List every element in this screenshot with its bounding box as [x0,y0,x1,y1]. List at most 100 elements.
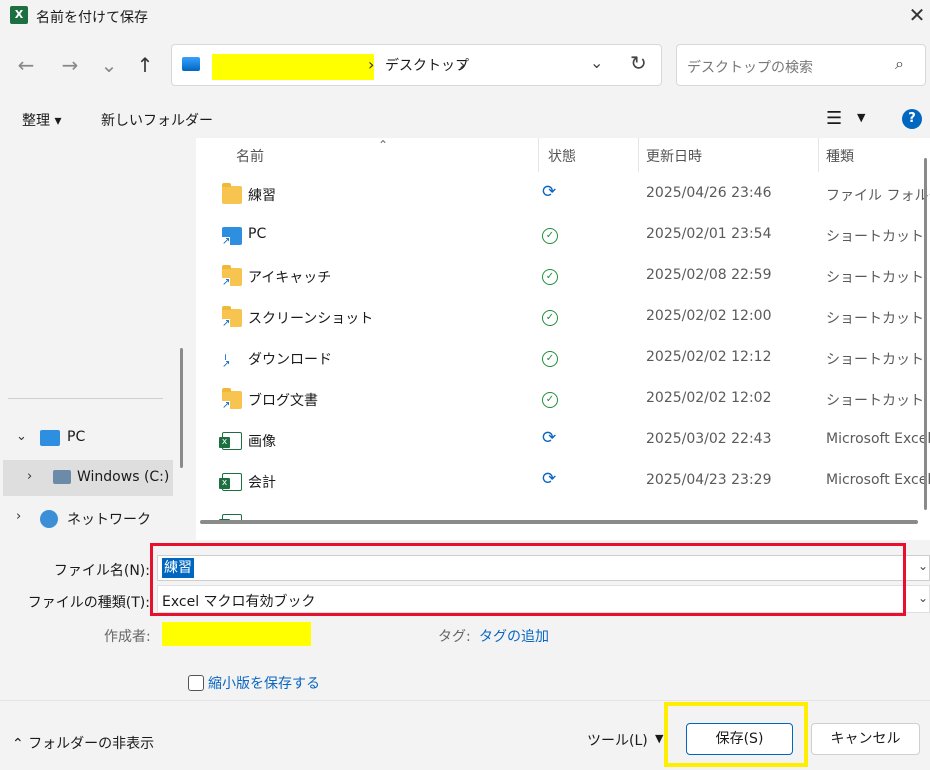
synced-check-icon: ✓ [542,392,558,408]
filetype-label: ファイルの種類(T): [27,595,150,611]
file-name: 練習 [248,188,276,204]
author-label: 作成者: [104,629,151,645]
horizontal-scrollbar[interactable] [200,520,918,524]
file-name: アイキャッチ [248,270,332,286]
table-row[interactable]: スクリーンショット ✓ 2025/02/02 12:00 ショートカット [196,298,930,339]
tags-label: タグ: [438,629,471,645]
file-type: ショートカット [826,352,924,368]
table-row[interactable]: 練習 ⟳ 2025/04/26 23:46 ファイル フォルダー [196,175,930,216]
chevron-down-icon[interactable]: ▼ [857,111,865,124]
synced-check-icon: ✓ [542,351,558,367]
save-thumbnail-label[interactable]: 縮小版を保存する [208,673,320,693]
file-name: スクリーンショット [248,311,374,327]
table-row[interactable]: アイキャッチ ✓ 2025/02/08 22:59 ショートカット [196,257,930,298]
file-list: ⌃ 名前 状態 更新日時 種類 練習 ⟳ 2025/04/26 23:46 ファイル … [196,138,930,540]
new-folder-button[interactable]: 新しいフォルダー [101,110,213,130]
column-divider[interactable] [638,138,639,172]
tree-item-network[interactable]: › ネットワーク [0,500,180,536]
chevron-down-icon[interactable]: ⌄ [590,53,603,72]
table-row[interactable]: 会計 ⟳ 2025/04/23 23:29 Microsoft Excel [196,462,930,503]
folder-icon [222,183,242,204]
file-date: 2025/02/01 23:54 [646,226,772,242]
tree-item-label: ネットワーク [67,512,151,528]
file-type: ショートカット [826,270,924,286]
tree-item-pc[interactable]: ⌄ PC [0,420,180,456]
close-icon[interactable]: ✕ [905,3,929,29]
column-header-modified[interactable]: 更新日時 [646,146,702,170]
table-row[interactable]: PC ✓ 2025/02/01 23:54 ショートカット [196,216,930,257]
synced-check-icon: ✓ [542,228,558,244]
table-row-partial [196,504,930,520]
chevron-down-icon[interactable]: ⌄ [918,591,928,605]
chevron-right-icon[interactable]: › [27,469,32,484]
address-bar[interactable]: › デスクトップ › ⌄ ↻ [171,44,662,86]
filename-label: ファイル名(N): [53,563,150,579]
network-icon [40,510,58,528]
sync-status-icon: ⟳ [542,182,557,202]
synced-check-icon: ✓ [542,269,558,285]
refresh-icon[interactable]: ↻ [630,51,647,75]
column-header-name[interactable]: 名前 [236,146,264,170]
redacted-author[interactable] [162,622,311,646]
file-name: 会計 [248,475,276,491]
table-row[interactable]: ブログ文書 ✓ 2025/02/02 12:02 ショートカット [196,380,930,421]
desktop-icon [182,57,200,71]
pc-shortcut-icon [222,227,242,247]
file-name: 画像 [248,434,276,450]
help-icon[interactable]: ? [902,109,922,129]
view-options-icon[interactable]: ☰ [826,108,842,129]
pc-icon [40,430,60,446]
command-toolbar: 整理 ▾ 新しいフォルダー ☰ ▼ ? [0,100,930,136]
file-date: 2025/03/02 22:43 [646,431,772,447]
title-bar: X 名前を付けて保存 ✕ [0,0,930,34]
chevron-down-icon[interactable]: ⌄ [16,429,27,444]
chevron-right-icon[interactable]: › [16,509,21,524]
chevron-down-icon[interactable]: ▼ [655,732,663,745]
forward-button[interactable]: → [56,51,84,79]
file-type: ショートカット [826,311,924,327]
search-input[interactable]: デスクトップの検索 ⌕ [676,44,926,86]
file-type: ショートカット [826,229,924,245]
tree-scrollbar[interactable] [180,348,183,468]
file-name: PC [248,226,267,242]
file-date: 2025/04/23 23:29 [646,472,772,488]
column-divider[interactable] [538,138,539,172]
sort-caret-icon: ⌃ [378,138,389,152]
file-date: 2025/02/02 12:00 [646,308,772,324]
drive-icon [53,470,71,484]
tree-item-windows-c[interactable]: › Windows (C:) [3,460,173,496]
file-type: ファイル フォルダー [826,188,930,204]
save-button[interactable]: 保存(S) [686,723,793,755]
excel-app-icon: X [10,6,28,24]
table-row[interactable]: ⤓ ダウンロード ✓ 2025/02/02 12:12 ショートカット [196,339,930,380]
breadcrumb-chevron-icon[interactable]: › [459,55,465,74]
file-type: Microsoft Excel [826,472,930,488]
excel-file-icon [219,473,242,491]
breadcrumb-desktop[interactable]: デスクトップ [385,55,469,75]
add-tag-link[interactable]: タグの追加 [479,626,549,646]
navigation-pane: ⌄ PC › Windows (C:) › ネットワーク [0,138,192,540]
highlight-box-red [150,543,906,616]
column-header-status[interactable]: 状態 [548,146,576,170]
tools-button[interactable]: ツール(L) [587,730,648,750]
column-divider[interactable] [818,138,819,172]
save-thumbnail-checkbox[interactable] [188,675,204,691]
file-date: 2025/02/02 12:02 [646,390,772,406]
column-header-type[interactable]: 種類 [826,146,854,170]
hide-folders-button[interactable]: ⌃ フォルダーの非表示 [12,733,154,753]
file-date: 2025/02/02 12:12 [646,349,772,365]
back-button[interactable]: ← [12,51,40,79]
search-icon[interactable]: ⌕ [895,54,904,74]
cancel-button[interactable]: キャンセル [811,723,920,755]
chevron-down-icon[interactable]: ⌄ [918,559,928,573]
search-placeholder: デスクトップの検索 [687,60,813,76]
excel-file-icon [219,432,242,450]
table-row[interactable]: 画像 ⟳ 2025/03/02 22:43 Microsoft Excel [196,421,930,462]
chevron-up-icon: ⌃ [12,736,29,752]
vertical-scrollbar[interactable] [924,158,927,510]
up-button[interactable]: ↑ [131,51,159,79]
organize-button[interactable]: 整理 ▾ [22,110,61,130]
file-name: ブログ文書 [248,393,318,409]
recent-locations-button[interactable]: ⌄ [95,51,123,79]
breadcrumb-chevron-icon[interactable]: › [368,55,374,74]
